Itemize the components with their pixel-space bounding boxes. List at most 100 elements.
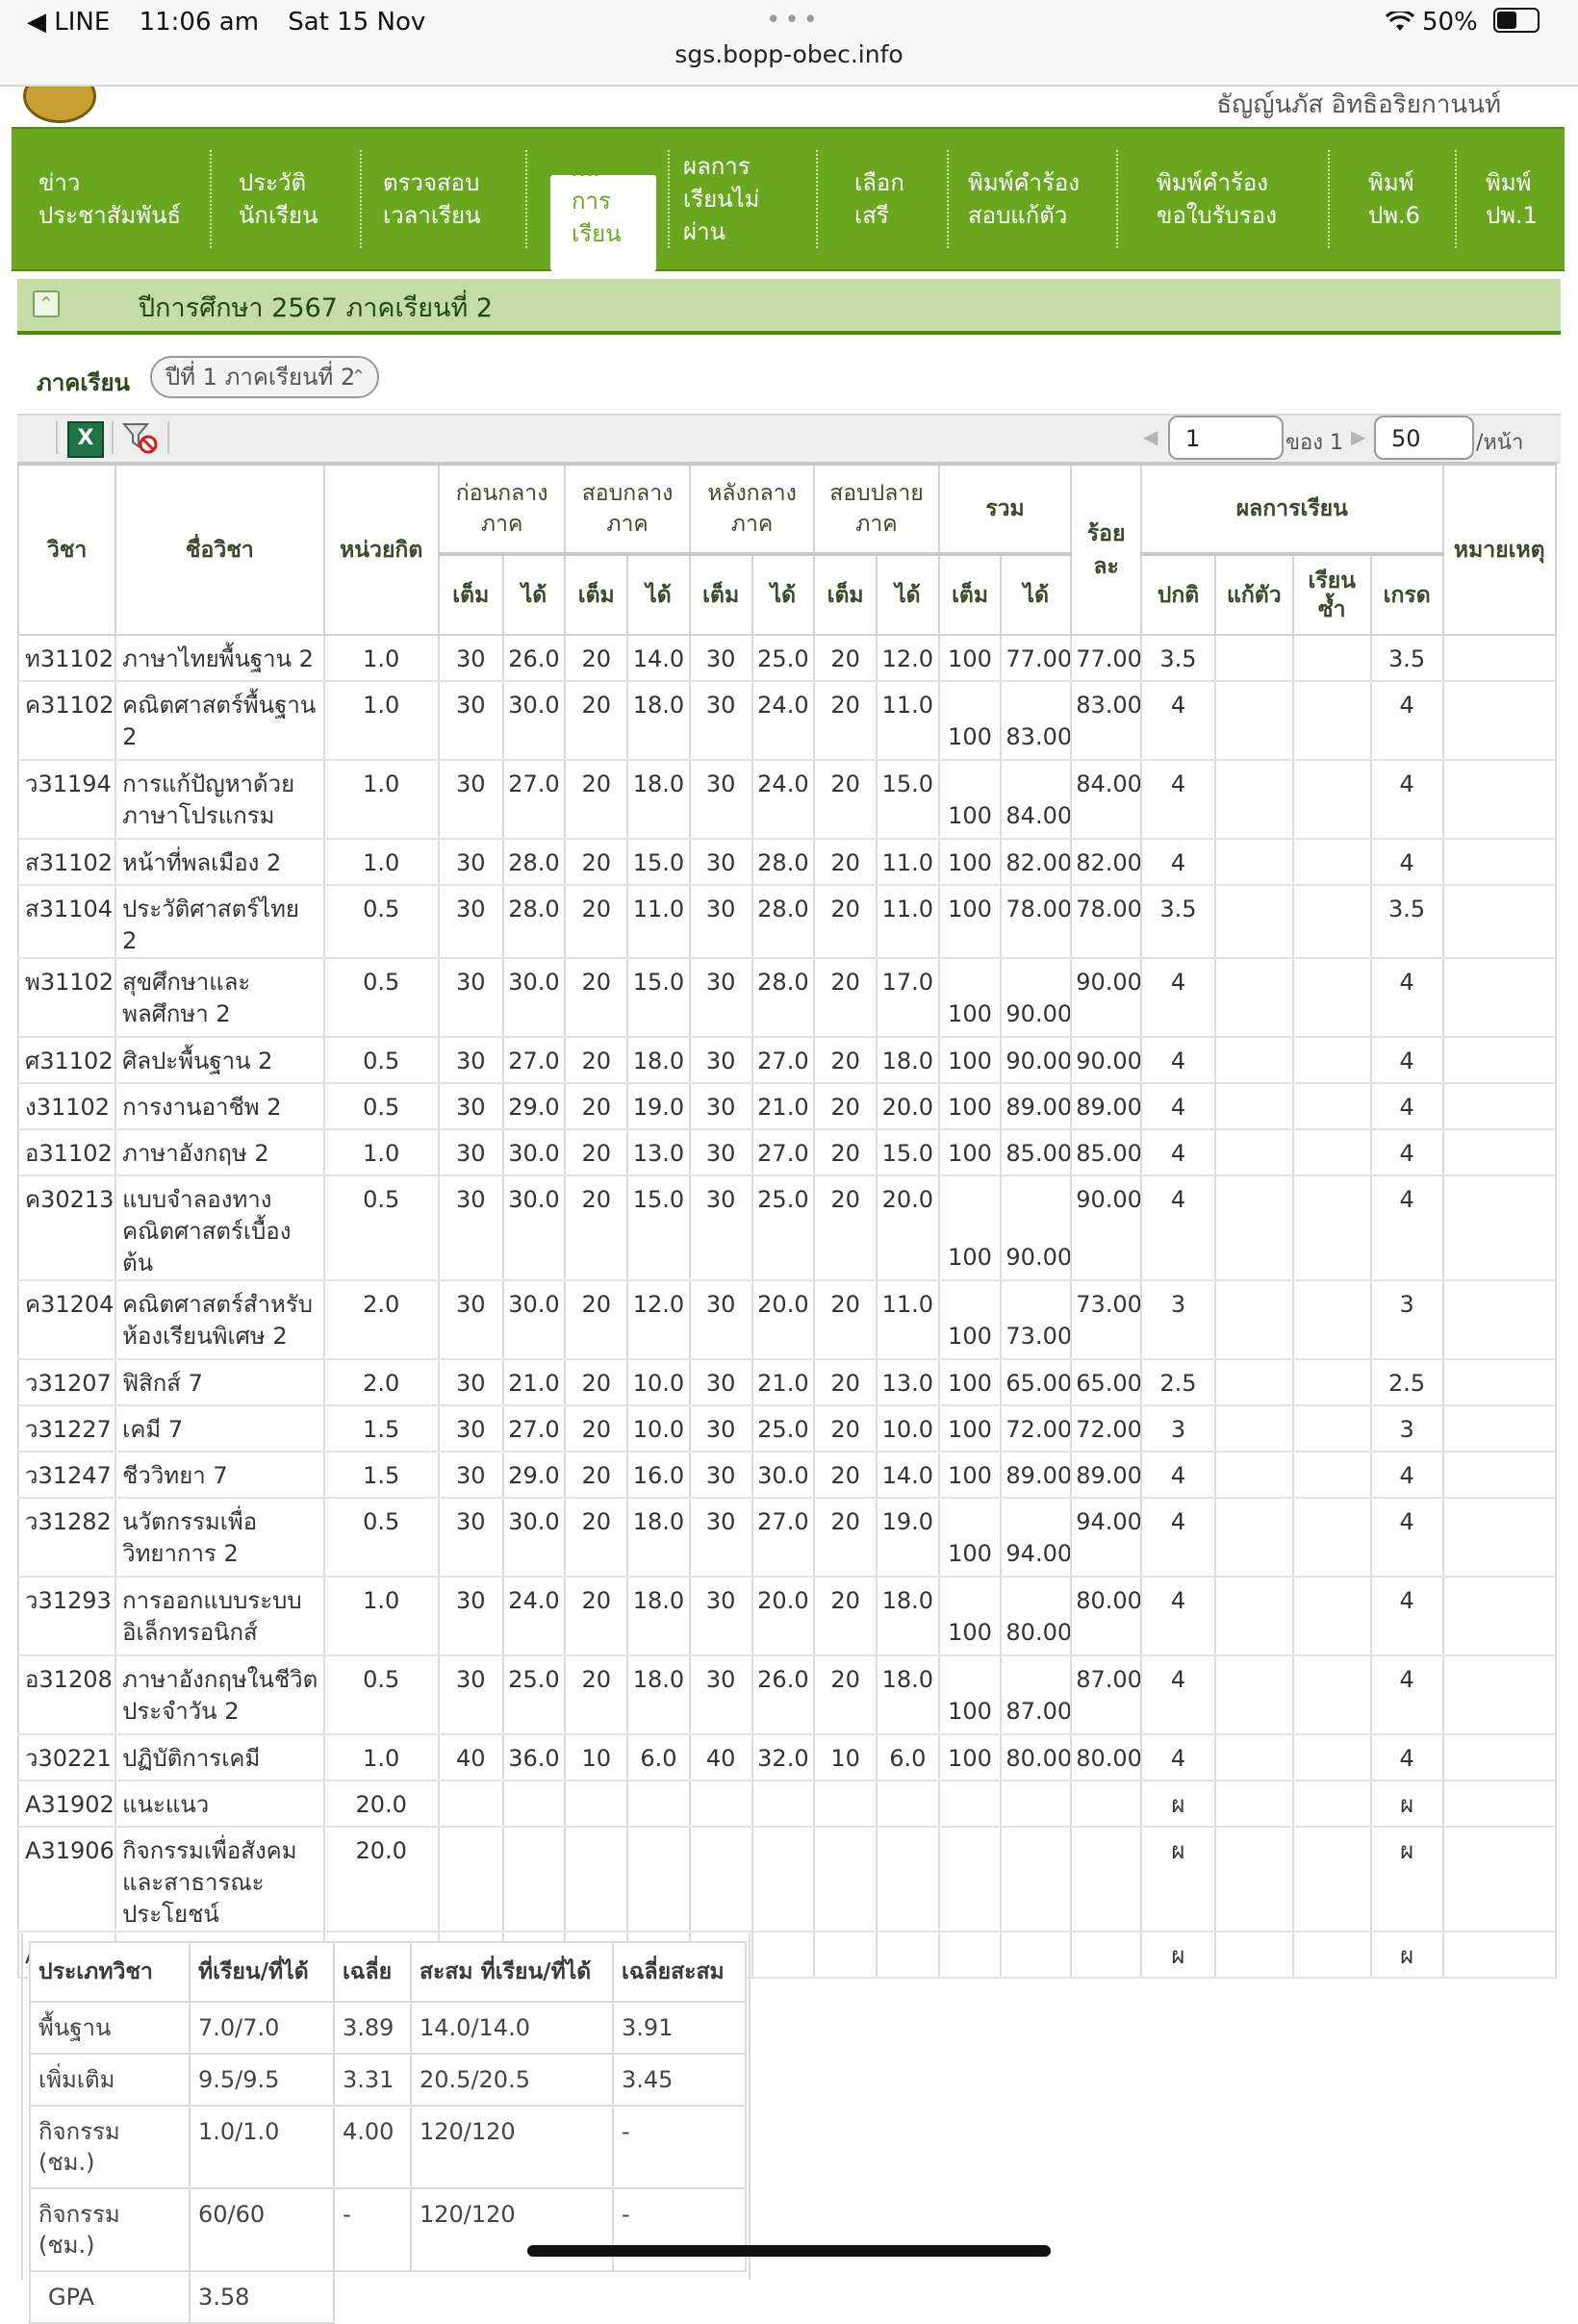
cell-code: อ31208 <box>16 1655 117 1735</box>
cell-score-full <box>813 1781 878 1828</box>
cell-score-full: 30 <box>437 1129 504 1176</box>
cell-grade: 4 <box>1369 1452 1444 1499</box>
cell-total-got: 65.00 <box>1000 1359 1073 1406</box>
nav-free-elective[interactable]: เลือก เสรี <box>854 129 931 269</box>
next-page-icon[interactable]: ▶ <box>1351 425 1365 448</box>
more-dots-icon[interactable]: ••• <box>766 6 822 35</box>
summary-col-credits: ที่เรียน/ที่ได้ <box>189 1941 335 2003</box>
cell-credit: 1.0 <box>322 681 440 761</box>
cell-score-full: 30 <box>688 1175 753 1281</box>
cell-score-full: 40 <box>437 1734 504 1781</box>
cell-percent: 80.00 <box>1070 1577 1143 1656</box>
cell-total-full: 100 <box>937 1083 1003 1130</box>
cell-repeat <box>1291 1280 1372 1360</box>
cell-score-got: 26.0 <box>501 635 567 682</box>
cell-score-got: 17.0 <box>875 958 940 1038</box>
cell-score-full: 20 <box>813 1498 878 1578</box>
semester-select[interactable]: ปีที่ 1 ภาคเรียนที่ 2 ⌃ <box>150 356 379 398</box>
summary-cell: 120/120 <box>410 2105 614 2189</box>
cell-score-full: 20 <box>564 1083 629 1130</box>
cell-total-got: 80.00 <box>1000 1734 1073 1781</box>
cell-total-full: 100 <box>937 1037 1003 1084</box>
col-total: รวม <box>937 462 1073 555</box>
cell-score-got <box>751 1932 816 1979</box>
cell-score-got: 21.0 <box>501 1359 567 1406</box>
cell-code: ว31207 <box>16 1359 117 1406</box>
cell-score-got: 30.0 <box>501 1280 567 1360</box>
cell-remedial <box>1213 839 1294 886</box>
address-bar-url[interactable]: sgs.bopp-obec.info <box>0 40 1578 68</box>
cell-grade: 4 <box>1369 1175 1444 1281</box>
cell-score-full: 40 <box>688 1734 753 1781</box>
nav-print-por-por-1[interactable]: พิมพ์ ปพ.1 <box>1486 129 1563 269</box>
summary-cell: 9.5/9.5 <box>189 2053 335 2107</box>
summary-col-avg: เฉลี่ย <box>333 1941 412 2003</box>
nav-failed-results[interactable]: ผลการ เรียนไม่ ผ่าน <box>683 129 799 269</box>
export-excel-icon[interactable]: X <box>67 421 104 458</box>
cell-score-full: 20 <box>813 1129 878 1176</box>
cell-score-got: 30.0 <box>501 1129 567 1176</box>
cell-note <box>1441 1655 1558 1735</box>
cell-repeat <box>1291 1734 1372 1781</box>
cell-score-full: 30 <box>688 958 753 1038</box>
nav-print-remedial-request[interactable]: พิมพ์คำร้อง สอบแก้ตัว <box>968 129 1132 269</box>
cell-score-full <box>564 1827 629 1932</box>
nav-student-profile[interactable]: ประวัติ นักเรียน <box>239 129 344 269</box>
cell-score-full: 20 <box>564 760 629 840</box>
cell-score-full: 20 <box>564 1655 629 1735</box>
cell-total-full: 100 <box>937 839 1003 886</box>
collapse-up-icon[interactable]: ^ <box>33 290 60 317</box>
cell-name: นวัตกรรมเพื่อวิทยาการ 2 <box>115 1498 325 1578</box>
cell-credit: 0.5 <box>322 1655 440 1735</box>
school-logo-icon <box>23 87 96 123</box>
cell-name: คณิตศาสตร์พื้นฐาน 2 <box>115 681 325 761</box>
cell-total-full: 100 <box>937 885 1003 959</box>
table-row: พ31102 สุขศึกษาและพลศึกษา 2 0.5 30 30.0 20 15.… <box>16 958 1558 1038</box>
cell-score-full: 20 <box>813 635 878 682</box>
col-got: ได้ <box>875 552 940 636</box>
cell-percent: 84.00 <box>1070 760 1143 840</box>
cell-repeat <box>1291 760 1372 840</box>
cell-score-got: 28.0 <box>501 839 567 886</box>
cell-grade: ผ <box>1369 1781 1444 1828</box>
cell-score-full: 30 <box>688 635 753 682</box>
cell-score-full: 30 <box>688 1280 753 1360</box>
cell-percent: 80.00 <box>1070 1734 1143 1781</box>
cell-credit: 1.0 <box>322 635 440 682</box>
summary-cell: เพิ่มเติม <box>29 2053 191 2107</box>
home-indicator[interactable] <box>527 2245 1051 2257</box>
cell-remedial <box>1213 958 1294 1038</box>
cell-score-got: 30.0 <box>501 681 567 761</box>
prev-page-icon[interactable]: ◀ <box>1143 425 1158 448</box>
nav-grades-active[interactable]: ผล การ เรียน <box>550 175 656 271</box>
cell-normal: 4 <box>1140 1129 1216 1176</box>
cell-total-full: 100 <box>937 1359 1003 1406</box>
cell-repeat <box>1291 1452 1372 1499</box>
nav-print-certificate-request[interactable]: พิมพ์คำร้อง ขอใบรับรอง <box>1157 129 1320 269</box>
cell-grade: 4 <box>1369 1577 1444 1656</box>
page-size-input[interactable]: 50 <box>1374 416 1474 460</box>
cell-credit: 0.5 <box>322 1037 440 1084</box>
cell-score-got: 13.0 <box>626 1129 691 1176</box>
cell-score-got: 14.0 <box>875 1452 940 1499</box>
cell-normal: ผ <box>1140 1781 1216 1828</box>
cell-total-got: 82.00 <box>1000 839 1073 886</box>
summary-cell: 3.89 <box>333 2001 412 2055</box>
section-title: ปีการศึกษา 2567 ภาคเรียนที่ 2 <box>139 293 494 323</box>
cell-code: ส31104 <box>16 885 117 959</box>
cell-repeat <box>1291 1037 1372 1084</box>
page-number-input[interactable]: 1 <box>1168 416 1284 460</box>
cell-score-got: 27.0 <box>501 760 567 840</box>
cell-score-full: 30 <box>688 1405 753 1452</box>
clear-filter-icon[interactable] <box>121 419 160 456</box>
cell-score-full: 20 <box>813 681 878 761</box>
cell-total-got: 89.00 <box>1000 1452 1073 1499</box>
nav-print-por-por-6[interactable]: พิมพ์ ปพ.6 <box>1368 129 1445 269</box>
nav-news[interactable]: ข่าว ประชาสัมพันธ์ <box>38 129 183 269</box>
cell-score-full: 30 <box>437 1405 504 1452</box>
back-to-app-link[interactable]: ◀ LINE <box>27 8 110 37</box>
table-row: อ31208 ภาษาอังกฤษในชีวิตประจำวัน 2 0.5 30 25… <box>16 1655 1558 1735</box>
nav-attendance[interactable]: ตรวจสอบ เวลาเรียน <box>383 129 508 269</box>
cell-score-got: 14.0 <box>626 635 691 682</box>
cell-grade: 4 <box>1369 1498 1444 1578</box>
